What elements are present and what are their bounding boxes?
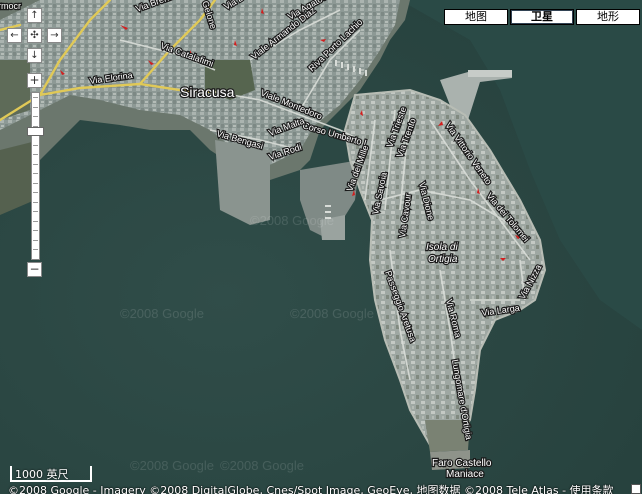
island-label-line1: Isola di xyxy=(426,242,458,253)
zoom-tick xyxy=(33,239,38,241)
svg-text:©2008 Google: ©2008 Google xyxy=(290,306,374,321)
copyright-text: ©2008 Google - Imagery ©2008 DigitalGlob… xyxy=(8,484,614,494)
pan-up-button[interactable]: ↑ xyxy=(27,8,42,23)
zoom-slider-track[interactable] xyxy=(31,92,40,260)
svg-text:©2008 Google: ©2008 Google xyxy=(220,458,304,473)
zoom-tick xyxy=(33,249,38,250)
zoom-tick xyxy=(33,192,38,193)
zoom-tick xyxy=(33,163,38,165)
zoom-tick xyxy=(33,144,38,146)
pan-down-button[interactable]: ↓ xyxy=(27,48,42,63)
map-type-map-button[interactable]: 地图 xyxy=(444,9,508,25)
island-label-line2: Ortigia xyxy=(428,254,458,265)
zoom-tick xyxy=(33,211,38,212)
map-type-satellite-button[interactable]: 卫星 xyxy=(510,9,574,25)
street-label: rmocr xyxy=(0,1,21,11)
castle-label-line1: Faro Castello xyxy=(432,458,492,469)
svg-text:©2008 Google: ©2008 Google xyxy=(250,213,334,228)
zoom-tick xyxy=(33,220,38,222)
svg-text:©2008 Google: ©2008 Google xyxy=(120,306,204,321)
zoom-tick xyxy=(33,173,38,174)
zoom-tick xyxy=(33,154,38,155)
zoom-tick xyxy=(33,230,38,231)
city-label: Siracusa xyxy=(180,84,235,100)
zoom-out-button[interactable]: − xyxy=(27,262,42,277)
zoom-tick xyxy=(33,182,38,184)
pan-center-button[interactable]: ✣ xyxy=(27,28,42,43)
svg-text:©2008 Google: ©2008 Google xyxy=(130,458,214,473)
terms-link[interactable] xyxy=(631,484,641,494)
map-type-terrain-button[interactable]: 地形 xyxy=(576,9,640,25)
center-icon: ✣ xyxy=(30,30,39,41)
plus-icon: + xyxy=(29,73,40,87)
arrow-up-icon: ↑ xyxy=(30,10,39,21)
scale-label: 1000 英尺 xyxy=(15,468,69,481)
pan-right-button[interactable]: → xyxy=(47,28,62,43)
castle-label-line2: Maniace xyxy=(446,469,484,480)
zoom-tick xyxy=(33,201,38,203)
map-type-selector: 地图 卫星 地形 xyxy=(444,9,640,25)
minus-icon: − xyxy=(29,262,40,276)
arrow-down-icon: ↓ xyxy=(30,50,39,61)
zoom-tick xyxy=(33,97,38,98)
map-view[interactable]: ©2008 Google ©2008 Google ©2008 Google ©… xyxy=(0,0,642,494)
satellite-imagery[interactable]: ©2008 Google ©2008 Google ©2008 Google ©… xyxy=(0,0,642,494)
arrow-right-icon: → xyxy=(50,30,59,41)
zoom-tick xyxy=(33,116,38,117)
zoom-tick xyxy=(33,106,38,108)
pan-left-button[interactable]: ← xyxy=(7,28,22,43)
arrow-left-icon: ← xyxy=(10,30,19,41)
zoom-in-button[interactable]: + xyxy=(27,73,42,88)
zoom-slider-thumb[interactable] xyxy=(27,126,44,136)
